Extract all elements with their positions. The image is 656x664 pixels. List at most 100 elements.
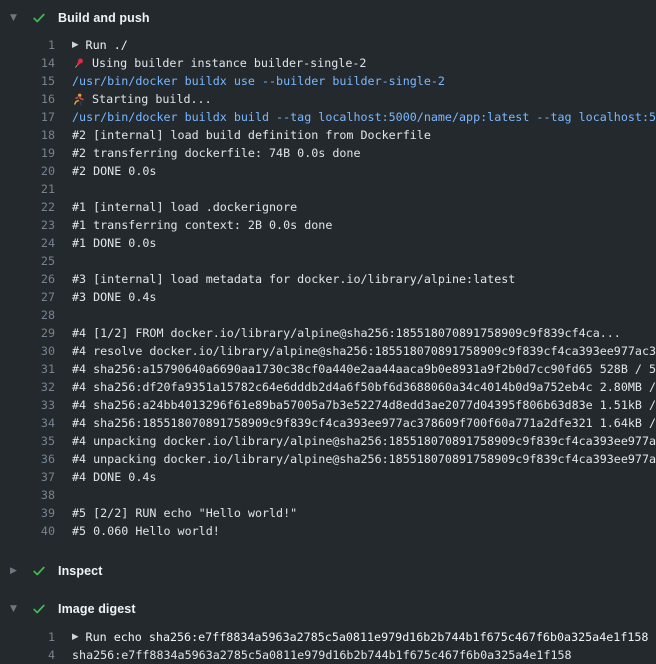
- line-content: #4 unpacking docker.io/library/alpine@sh…: [55, 432, 656, 450]
- check-icon: [32, 602, 58, 616]
- log-line: 23 #1 transferring context: 2B 0.0s done: [0, 216, 656, 234]
- log-line: 30#4 resolve docker.io/library/alpine@sh…: [0, 342, 656, 360]
- log-line: 39 #5 [2/2] RUN echo "Hello world!": [0, 504, 656, 522]
- line-content: #4 sha256:a24bb4013296f61e89ba57005a7b3e…: [55, 396, 656, 414]
- line-number[interactable]: 24: [0, 234, 55, 252]
- caret-down-icon[interactable]: ▼: [10, 14, 32, 23]
- check-icon: [32, 564, 58, 578]
- line-number[interactable]: 31: [0, 360, 55, 378]
- line-number[interactable]: 34: [0, 414, 55, 432]
- line-number[interactable]: 17: [0, 108, 55, 126]
- line-content: #4 sha256:a15790640a6690aa1730c38cf0a440…: [55, 360, 656, 378]
- line-text: #4 DONE 0.4s: [72, 468, 156, 486]
- log-line: 15/usr/bin/docker buildx use --builder b…: [0, 72, 656, 90]
- line-number[interactable]: 21: [0, 180, 55, 198]
- section-header-build-and-push[interactable]: ▼ Build and push: [0, 0, 656, 36]
- section-header-inspect[interactable]: ▶Inspect: [0, 552, 656, 590]
- line-content: #4 [1/2] FROM docker.io/library/alpine@s…: [55, 324, 621, 342]
- line-content: sha256:e7ff8834a5963a2785c5a0811e979d16b…: [55, 646, 572, 664]
- line-text: #4 sha256:a24bb4013296f61e89ba57005a7b3e…: [72, 396, 656, 414]
- line-number[interactable]: 36: [0, 450, 55, 468]
- log-line: 4sha256:e7ff8834a5963a2785c5a0811e979d16…: [0, 646, 656, 664]
- line-number[interactable]: 40: [0, 522, 55, 540]
- log-line: 35#4 unpacking docker.io/library/alpine@…: [0, 432, 656, 450]
- line-content: #3 DONE 0.4s: [55, 288, 156, 306]
- line-number[interactable]: 39: [0, 504, 55, 522]
- line-number[interactable]: 23: [0, 216, 55, 234]
- line-content: #1 DONE 0.0s: [55, 234, 156, 252]
- line-content: #4 DONE 0.4s: [55, 468, 156, 486]
- line-number[interactable]: 27: [0, 288, 55, 306]
- line-number[interactable]: 32: [0, 378, 55, 396]
- log-line: 33 #4 sha256:a24bb4013296f61e89ba57005a7b…: [0, 396, 656, 414]
- line-number[interactable]: 35: [0, 432, 55, 450]
- line-text: #2 [internal] load build definition from…: [72, 126, 431, 144]
- line-number[interactable]: 15: [0, 72, 55, 90]
- log-line: 17/usr/bin/docker buildx build --tag loc…: [0, 108, 656, 126]
- section-header-image-digest[interactable]: ▼Image digest: [0, 590, 656, 628]
- line-text: /usr/bin/docker buildx use --builder bui…: [72, 72, 445, 90]
- line-content: ▶ Run ./: [55, 36, 128, 54]
- line-number[interactable]: 26: [0, 270, 55, 288]
- line-text: #4 sha256:185518070891758909c9f839cf4ca3…: [72, 414, 656, 432]
- line-text: #1 transferring context: 2B 0.0s done: [72, 216, 332, 234]
- log-section-image-digest: ▼Image digest1▶Run echo sha256:e7ff8834a…: [0, 590, 656, 664]
- log-line: 31 #4 sha256:a15790640a6690aa1730c38cf0a4…: [0, 360, 656, 378]
- section-title: Build and push: [58, 11, 150, 25]
- line-text: #5 [2/2] RUN echo "Hello world!": [72, 504, 297, 522]
- expand-arrow-icon[interactable]: ▶: [72, 36, 79, 54]
- line-content: #5 [2/2] RUN echo "Hello world!": [55, 504, 297, 522]
- line-number[interactable]: 22: [0, 198, 55, 216]
- line-number[interactable]: 16: [0, 90, 55, 108]
- line-text: #4 unpacking docker.io/library/alpine@sh…: [72, 450, 656, 468]
- log-lines: 1▶Run echo sha256:e7ff8834a5963a2785c5a0…: [0, 628, 656, 664]
- line-content: #4 sha256:185518070891758909c9f839cf4ca3…: [55, 414, 656, 432]
- line-text: #1 DONE 0.0s: [72, 234, 156, 252]
- line-number[interactable]: 28: [0, 306, 55, 324]
- line-number[interactable]: 38: [0, 486, 55, 504]
- log-line: 19 #2 transferring dockerfile: 74B 0.0s d…: [0, 144, 656, 162]
- line-number[interactable]: 20: [0, 162, 55, 180]
- line-content: Starting build...: [55, 90, 212, 108]
- line-text: #2 transferring dockerfile: 74B 0.0s don…: [72, 144, 361, 162]
- line-text: Run ./: [86, 36, 128, 54]
- line-number[interactable]: 33: [0, 396, 55, 414]
- log-line: 27#3 DONE 0.4s: [0, 288, 656, 306]
- line-content: #1 transferring context: 2B 0.0s done: [55, 216, 332, 234]
- line-content: [55, 306, 72, 324]
- line-number[interactable]: 14: [0, 54, 55, 72]
- line-number[interactable]: 4: [0, 646, 55, 664]
- line-text: #4 sha256:df20fa9351a15782c64e6dddb2d4a6…: [72, 378, 656, 396]
- log-line: 26#3 [internal] load metadata for docker…: [0, 270, 656, 288]
- line-content: #1 [internal] load .dockerignore: [55, 198, 297, 216]
- line-content: [55, 252, 72, 270]
- check-icon: [32, 11, 58, 25]
- pushpin-icon: [72, 57, 85, 70]
- line-number[interactable]: 1: [0, 36, 55, 54]
- log-section-build-and-push: ▼ Build and push1 ▶ Run ./ 14 Using builder i…: [0, 0, 656, 540]
- log-line: 32 #4 sha256:df20fa9351a15782c64e6dddb2d4…: [0, 378, 656, 396]
- log-line: 38: [0, 486, 656, 504]
- line-number[interactable]: 37: [0, 468, 55, 486]
- log-line: 37 #4 DONE 0.4s: [0, 468, 656, 486]
- caret-right-icon[interactable]: ▶: [10, 567, 32, 576]
- line-number[interactable]: 29: [0, 324, 55, 342]
- line-number[interactable]: 18: [0, 126, 55, 144]
- line-content: /usr/bin/docker buildx build --tag local…: [55, 108, 656, 126]
- log-lines: 1 ▶ Run ./ 14 Using builder instance builder…: [0, 36, 656, 540]
- line-number[interactable]: 19: [0, 144, 55, 162]
- caret-down-icon[interactable]: ▼: [10, 605, 32, 614]
- line-content: #4 unpacking docker.io/library/alpine@sh…: [55, 450, 656, 468]
- line-text: #1 [internal] load .dockerignore: [72, 198, 297, 216]
- line-number[interactable]: 30: [0, 342, 55, 360]
- line-content: #5 0.060 Hello world!: [55, 522, 220, 540]
- log-line: 18 #2 [internal] load build definition fr…: [0, 126, 656, 144]
- line-text: Using builder instance builder-single-2: [92, 54, 366, 72]
- line-text: Starting build...: [92, 90, 212, 108]
- line-text: /usr/bin/docker buildx build --tag local…: [72, 108, 656, 126]
- line-number[interactable]: 25: [0, 252, 55, 270]
- expand-arrow-icon[interactable]: ▶: [72, 628, 79, 646]
- log-line: 29#4 [1/2] FROM docker.io/library/alpine…: [0, 324, 656, 342]
- line-number[interactable]: 1: [0, 628, 55, 646]
- line-text: #4 sha256:a15790640a6690aa1730c38cf0a440…: [72, 360, 656, 378]
